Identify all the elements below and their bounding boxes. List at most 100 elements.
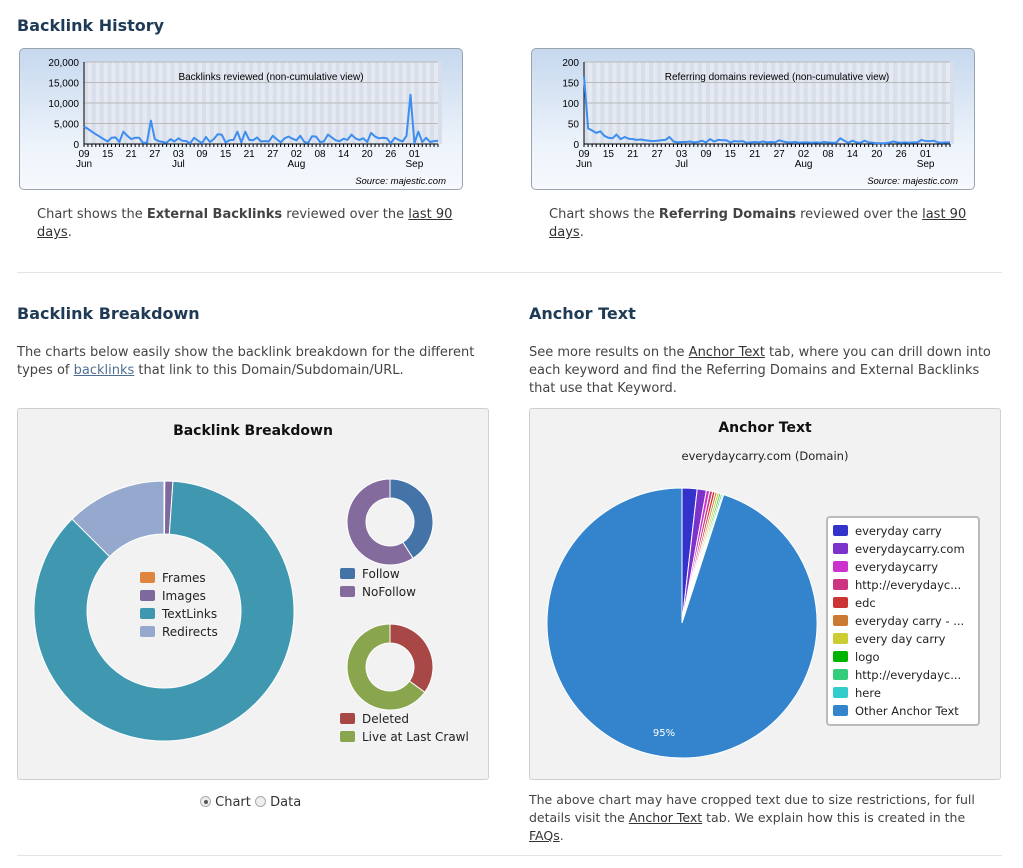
y-tick-label: 20,000	[48, 58, 79, 69]
legend-label: edc	[855, 596, 876, 610]
legend-item[interactable]: Other Anchor Text	[833, 704, 959, 718]
pie-slice-other-anchor-text	[546, 487, 818, 759]
anchor-text-tab-link[interactable]: Anchor Text	[689, 345, 765, 360]
section-title-backlink-breakdown: Backlink Breakdown	[17, 304, 200, 323]
backlinks-link[interactable]: backlinks	[74, 363, 135, 378]
legend-item[interactable]: TextLinks	[140, 607, 217, 621]
pie-data-label: 95%	[653, 728, 675, 739]
chart-radio-label[interactable]: Chart	[215, 795, 251, 810]
legend-swatch	[833, 651, 848, 662]
legend-item[interactable]: here	[833, 686, 881, 700]
chart-radio[interactable]	[200, 796, 211, 807]
x-tick-month-label: Jun	[76, 159, 92, 170]
legend-item[interactable]: everydaycarry.com	[833, 542, 965, 556]
legend-label: NoFollow	[362, 585, 416, 599]
legend-item[interactable]: every day carry	[833, 632, 945, 646]
x-tick-label: 21	[749, 149, 761, 160]
chart-source: Source: majestic.com	[355, 176, 446, 187]
legend-label: Other Anchor Text	[855, 704, 959, 718]
legend-item[interactable]: Redirects	[140, 625, 218, 639]
anchor-text-legend: everyday carry everydaycarry.com everydayc…	[826, 516, 980, 726]
x-tick-label: 21	[627, 149, 639, 160]
legend-label: Live at Last Crawl	[362, 730, 469, 744]
x-tick-label: 26	[385, 149, 397, 160]
x-tick-label: 09	[700, 149, 712, 160]
legend-item[interactable]: logo	[833, 650, 880, 664]
section-title-anchor-text: Anchor Text	[529, 304, 636, 323]
backlink-breakdown-svg	[33, 478, 434, 742]
legend-label: here	[855, 686, 881, 700]
x-tick-month-label: Aug	[288, 159, 306, 170]
faqs-link[interactable]: FAQs	[529, 828, 560, 843]
legend-item[interactable]: Follow	[340, 567, 400, 581]
x-tick-label: 14	[847, 149, 859, 160]
legend-item[interactable]: Deleted	[340, 712, 409, 726]
chart-source: Source: majestic.com	[867, 176, 958, 187]
section-title-backlink-history: Backlink History	[17, 16, 165, 35]
y-tick-label: 5,000	[54, 120, 79, 131]
legend-item[interactable]: everydaycarry	[833, 560, 938, 574]
view-toggle: Chart Data	[200, 795, 301, 810]
anchor-text-footer-note: The above chart may have cropped text du…	[529, 792, 975, 843]
x-tick-label: 08	[314, 149, 326, 160]
legend-label: everyday carry	[855, 524, 942, 538]
x-tick-label: 21	[126, 149, 138, 160]
legend-label: http://everydayc...	[855, 578, 962, 592]
legend-swatch	[140, 590, 155, 601]
anchor-text-panel: Anchor Text everydaycarry.com (Domain) 9…	[529, 408, 1001, 780]
legend-item[interactable]: NoFollow	[340, 585, 416, 599]
x-tick-label: 26	[896, 149, 908, 160]
legend-swatch	[833, 687, 848, 698]
legend-item[interactable]: http://everydayc...	[833, 578, 961, 592]
x-tick-label: 14	[338, 149, 350, 160]
x-tick-label: 27	[149, 149, 161, 160]
anchor-text-tab-link[interactable]: Anchor Text	[629, 810, 702, 825]
legend-swatch	[833, 579, 848, 590]
x-tick-label: 15	[603, 149, 615, 160]
legend-swatch	[833, 633, 848, 644]
data-radio[interactable]	[255, 796, 267, 807]
y-tick-label: 100	[562, 99, 579, 110]
legend-swatch	[833, 597, 848, 608]
legend-item[interactable]: Live at Last Crawl	[340, 730, 469, 744]
x-tick-month-label: Jun	[576, 159, 592, 170]
legend-label: TextLinks	[162, 607, 218, 621]
y-tick-label: 150	[562, 79, 579, 90]
legend-label: everydaycarry	[855, 560, 939, 574]
legend-label: http://everydayc...	[855, 668, 962, 682]
x-tick-label: 27	[267, 149, 279, 160]
legend-swatch	[140, 608, 155, 619]
legend-item[interactable]: everyday carry	[833, 524, 942, 538]
legend-label: Frames	[162, 571, 206, 585]
legend-item[interactable]: everyday carry - ...	[833, 614, 964, 628]
grid-band	[438, 62, 442, 144]
legend-item[interactable]: Images	[140, 589, 206, 603]
x-tick-label: 20	[871, 149, 883, 160]
legend-label: everyday carry - ...	[855, 614, 965, 628]
data-radio-label[interactable]: Data	[270, 795, 301, 810]
x-tick-label: 27	[774, 149, 786, 160]
backlinks-history-description: Chart shows the External Backlinks revie…	[37, 207, 453, 240]
legend-swatch	[833, 561, 848, 572]
x-tick-label: 27	[652, 149, 664, 160]
legend-swatch	[833, 615, 848, 626]
legend-label: logo	[855, 650, 880, 664]
backlinks-history-chart: 0 5,000 10,000 15,000 20,000 09 Jun 15 21 27 03 Jul…	[19, 48, 463, 190]
x-tick-month-label: Jul	[675, 159, 688, 170]
legend-item[interactable]: Frames	[140, 571, 206, 585]
legend-swatch	[833, 669, 848, 680]
y-tick-label: 200	[562, 58, 579, 69]
legend-swatch	[140, 626, 155, 637]
referring-domains-history-chart: 0 50 100 150 200 09 Jun 15 21 27 03 Jul 09 15 21 27 02 Au…	[531, 48, 975, 190]
legend-swatch	[340, 586, 355, 597]
legend-label: Redirects	[162, 625, 218, 639]
legend-swatch	[340, 731, 355, 742]
legend-swatch	[833, 525, 848, 536]
legend-item[interactable]: edc	[833, 596, 876, 610]
y-tick-label: 15,000	[48, 79, 79, 90]
backlinks-history-svg: 05,00010,00015,00020,00009Jun15 21 27 03Jul…	[48, 58, 446, 187]
legend-label: Deleted	[362, 712, 410, 726]
legend-item[interactable]: http://everydayc...	[833, 668, 961, 682]
x-tick-label: 08	[822, 149, 834, 160]
x-tick-month-label: Aug	[795, 159, 813, 170]
